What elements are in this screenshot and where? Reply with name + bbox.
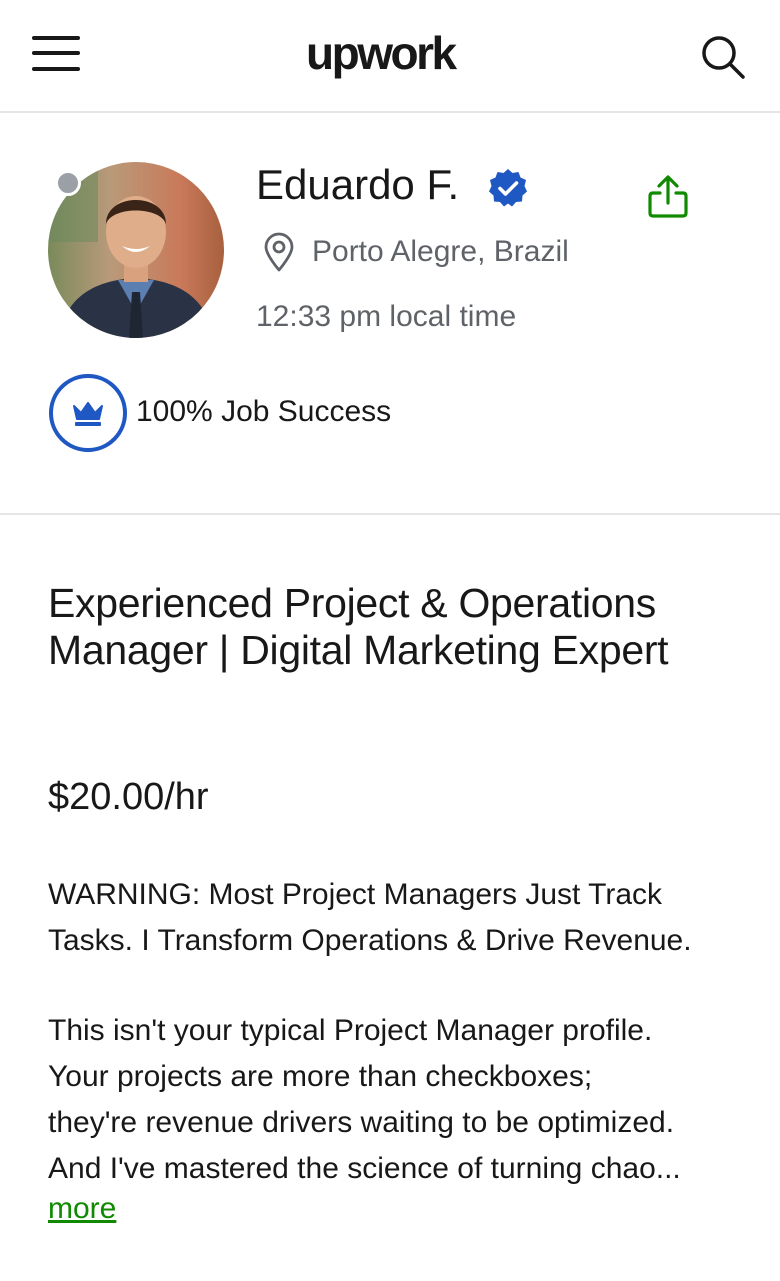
location-row: Porto Alegre, Brazil bbox=[262, 230, 569, 274]
more-link[interactable]: more bbox=[48, 1192, 116, 1226]
hourly-rate: $20.00/hr bbox=[48, 776, 209, 818]
crown-icon bbox=[49, 374, 127, 452]
description-paragraph: This isn't your typical Project Manager … bbox=[48, 1014, 681, 1185]
profile-name: Eduardo F. bbox=[256, 161, 460, 208]
description-paragraph: WARNING: Most Project Managers Just Trac… bbox=[48, 878, 692, 957]
location-text: Porto Alegre, Brazil bbox=[312, 235, 569, 268]
local-time: 12:33 pm local time bbox=[256, 300, 517, 333]
job-success-label: 100% Job Success bbox=[136, 395, 392, 428]
profile-description: WARNING: Most Project Managers Just Trac… bbox=[48, 872, 738, 1192]
top-nav-bar: upwork bbox=[0, 0, 780, 113]
profile-header-section: Eduardo F. Porto Alegre, Brazil 12:33 pm… bbox=[0, 115, 780, 515]
verified-badge-icon bbox=[489, 169, 527, 207]
share-icon[interactable] bbox=[644, 173, 692, 221]
online-status-dot bbox=[55, 170, 81, 196]
search-icon[interactable] bbox=[700, 34, 746, 80]
hamburger-menu-icon[interactable] bbox=[32, 36, 80, 72]
profile-title: Experienced Project & Operations Manager… bbox=[48, 580, 669, 673]
upwork-logo[interactable]: upwork bbox=[306, 26, 457, 80]
location-pin-icon bbox=[264, 232, 294, 272]
profile-overview: Experienced Project & Operations Manager… bbox=[48, 580, 738, 1225]
